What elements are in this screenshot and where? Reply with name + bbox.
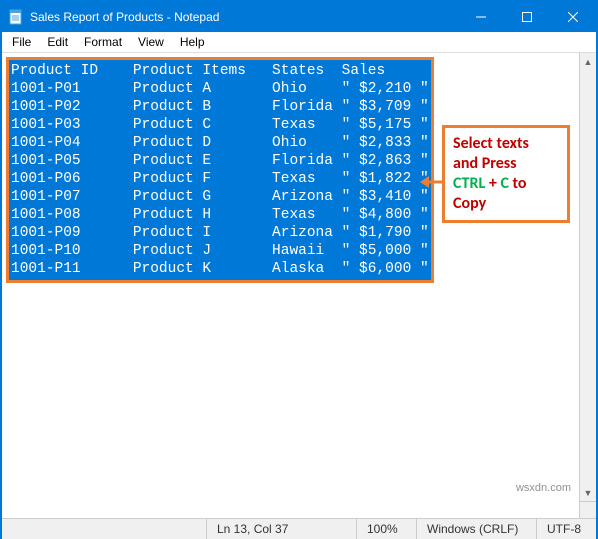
status-eol: Windows (CRLF) bbox=[416, 519, 536, 539]
window-controls bbox=[458, 2, 596, 32]
status-position: Ln 13, Col 37 bbox=[206, 519, 356, 539]
content-area: Product ID Product Items States Sales 10… bbox=[2, 53, 596, 518]
callout-ctrl: CTRL bbox=[453, 174, 485, 193]
vertical-scrollbar[interactable]: ▲ ▼ bbox=[579, 53, 596, 518]
editor[interactable]: Product ID Product Items States Sales 10… bbox=[2, 53, 579, 518]
minimize-button[interactable] bbox=[458, 2, 504, 32]
maximize-button[interactable] bbox=[504, 2, 550, 32]
callout-to: to bbox=[509, 174, 527, 193]
close-button[interactable] bbox=[550, 2, 596, 32]
status-spacer bbox=[2, 519, 206, 539]
callout-line4: Copy bbox=[453, 194, 486, 213]
status-zoom[interactable]: 100% bbox=[356, 519, 416, 539]
watermark: wsxdn.com bbox=[516, 482, 571, 494]
scroll-up-icon[interactable]: ▲ bbox=[580, 53, 596, 70]
menu-help[interactable]: Help bbox=[172, 33, 213, 51]
title-bar: Sales Report of Products - Notepad bbox=[2, 2, 596, 32]
menu-format[interactable]: Format bbox=[76, 33, 130, 51]
instruction-callout: Select texts and Press CTRL + C to Copy bbox=[442, 125, 570, 223]
status-bar: Ln 13, Col 37 100% Windows (CRLF) UTF-8 bbox=[2, 518, 596, 539]
menu-bar: File Edit Format View Help bbox=[2, 32, 596, 53]
menu-view[interactable]: View bbox=[130, 33, 172, 51]
callout-line1: Select texts bbox=[453, 134, 529, 153]
callout-line2: and Press bbox=[453, 154, 517, 173]
callout-c: C bbox=[500, 174, 508, 193]
scrollbar-sizer bbox=[580, 501, 596, 518]
callout-plus: + bbox=[485, 174, 500, 193]
selected-text[interactable]: Product ID Product Items States Sales 10… bbox=[9, 60, 431, 280]
selection-highlight-border: Product ID Product Items States Sales 10… bbox=[6, 57, 434, 283]
window-title: Sales Report of Products - Notepad bbox=[30, 10, 458, 24]
scroll-down-icon[interactable]: ▼ bbox=[580, 484, 596, 501]
notepad-icon bbox=[8, 9, 24, 25]
status-encoding: UTF-8 bbox=[536, 519, 596, 539]
callout-arrow-icon bbox=[420, 175, 442, 189]
menu-file[interactable]: File bbox=[4, 33, 39, 51]
menu-edit[interactable]: Edit bbox=[39, 33, 76, 51]
